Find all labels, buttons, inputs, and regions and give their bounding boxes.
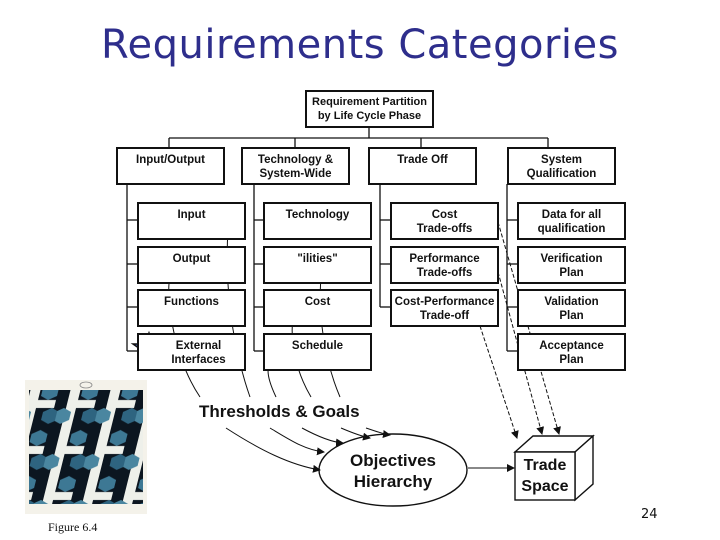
- category-system-qualification: System Qualification: [507, 147, 616, 185]
- objectives-hierarchy-label: Objectives Hierarchy: [319, 450, 467, 492]
- req-label: Cost-Performance: [394, 296, 495, 308]
- req-technology: Technology: [263, 202, 372, 240]
- arrow-costperf-to-tradespace: [479, 325, 519, 439]
- req-data-for-all-qualification: Data for all qualification: [517, 202, 626, 240]
- req-acceptance-plan: Acceptance Plan: [517, 333, 626, 371]
- category-label: Trade Off: [397, 154, 448, 166]
- objectives-line2: Hierarchy: [353, 472, 433, 491]
- req-label: Schedule: [291, 340, 344, 352]
- req-label: Input: [177, 209, 206, 221]
- req-validation-plan: Validation Plan: [517, 289, 626, 327]
- page-number: 24: [641, 507, 658, 522]
- req-label: Technology: [285, 209, 350, 221]
- req-label: Trade-offs: [416, 267, 473, 279]
- category-label: System-Wide: [259, 168, 332, 180]
- req-schedule: Schedule: [263, 333, 372, 371]
- req-label: Performance: [409, 253, 480, 265]
- req-label: External: [175, 340, 222, 352]
- req-label: Data for all: [541, 209, 602, 221]
- objectives-line1: Objectives: [350, 451, 436, 470]
- req-verification-plan: Verification Plan: [517, 246, 626, 284]
- req-cost-performance-trade-off: Cost-Performance Trade-off: [390, 289, 499, 327]
- req-label: Cost: [304, 296, 331, 308]
- req-external-interfaces: External Interfaces: [137, 333, 246, 371]
- trade-space-label: Trade Space: [515, 455, 575, 497]
- category-technology-system-wide: Technology & System-Wide: [241, 147, 350, 185]
- trade-space-line1: Trade: [523, 457, 567, 474]
- category-label: System: [541, 154, 582, 166]
- req-label: Trade-off: [419, 310, 470, 322]
- figure-caption: Figure 6.4: [48, 520, 98, 534]
- req-label: Interfaces: [171, 354, 226, 366]
- req-cost-trade-offs: Cost Trade-offs: [390, 202, 499, 240]
- hexagon-pattern: [29, 381, 143, 504]
- arrow-to-ilities: [317, 265, 341, 398]
- req-functions: Functions: [137, 289, 246, 327]
- root-box: Requirement Partition by Life Cycle Phase: [305, 90, 434, 128]
- category-label: Qualification: [526, 168, 597, 180]
- root-line2: by Life Cycle Phase: [317, 110, 422, 122]
- arrow-tg-obj-1: [225, 427, 321, 473]
- req-label: Plan: [559, 354, 584, 366]
- req-label: Plan: [559, 267, 584, 279]
- req-output: Output: [137, 246, 246, 284]
- req-label: "ilities": [297, 253, 338, 265]
- req-label: Trade-offs: [416, 223, 473, 235]
- req-cost: Cost: [263, 289, 372, 327]
- req-label: Output: [172, 253, 211, 265]
- trade-space-line2: Space: [521, 478, 569, 495]
- req-performance-trade-offs: Performance Trade-offs: [390, 246, 499, 284]
- req-label: Functions: [164, 296, 219, 308]
- category-input-output: Input/Output: [116, 147, 225, 185]
- req-label: Acceptance: [539, 340, 604, 352]
- root-line1: Requirement Partition: [312, 96, 427, 108]
- req-label: Plan: [559, 310, 584, 322]
- req-label: Cost: [431, 209, 458, 221]
- req-label: qualification: [537, 223, 606, 235]
- category-trade-off: Trade Off: [368, 147, 477, 185]
- req-label: Validation: [544, 296, 599, 308]
- category-label: Technology &: [257, 154, 334, 166]
- req-ilities: "ilities": [263, 246, 372, 284]
- thresholds-goals-label: Thresholds & Goals: [199, 402, 360, 421]
- figure-pattern-image: [25, 380, 147, 514]
- req-label: Verification: [540, 253, 603, 265]
- req-input: Input: [137, 202, 246, 240]
- category-label: Input/Output: [136, 154, 205, 166]
